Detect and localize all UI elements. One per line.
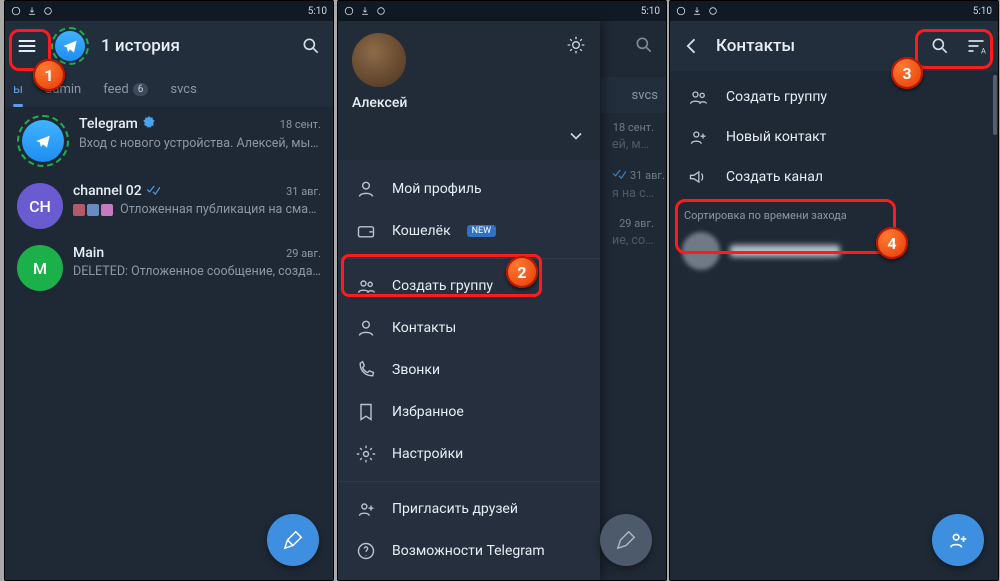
folder-tabs: ы admin feed6 svcs [5,71,333,107]
profile-avatar[interactable] [352,33,406,87]
chat-row[interactable]: Telegram 18 сент. Вход с нового устройст… [5,107,333,175]
chats-header: 1 история [5,21,333,71]
screen-chats: 5:10 1 история ы admin feed6 svcs [4,0,334,581]
status-time: 5:10 [308,6,327,17]
contacts-header: Контакты A [670,21,998,71]
story-ring[interactable] [51,27,89,65]
menu-create-group[interactable]: Создать группу [338,265,600,307]
menu-features[interactable]: Возможности Telegram [338,530,600,572]
search-icon[interactable] [632,33,656,57]
profile-name: Алексей [352,95,586,111]
menu-saved[interactable]: Избранное [338,391,600,433]
hamburger-icon[interactable] [15,34,39,58]
compose-fab[interactable] [600,514,652,566]
chat-row[interactable]: M Main 29 авг. DELETED: Отложенное сообщ… [5,237,333,299]
whatsapp-icon [11,6,21,16]
media-thumbs [73,204,113,216]
sort-icon[interactable]: A [964,34,988,58]
contact-name [730,245,840,257]
tab-admin[interactable]: admin [45,71,81,107]
menu-wallet[interactable]: Кошелёк NEW [338,210,600,252]
menu-settings[interactable]: Настройки [338,433,600,475]
action-create-channel[interactable]: Создать канал [670,157,998,197]
tab-all[interactable]: ы [13,71,23,107]
chat-avatar: M [17,245,63,291]
scrollbar[interactable] [993,75,997,135]
download-icon [27,6,37,16]
chat-row[interactable]: CH channel 02 31 авг. Отложенная публика… [5,175,333,237]
menu-calls[interactable]: Звонки [338,349,600,391]
navigation-drawer: Алексей Мой профиль Кошелёк NEW Создать … [338,21,600,580]
menu-contacts[interactable]: Контакты [338,307,600,349]
contacts-title: Контакты [716,36,795,56]
contacts-actions: Создать группу Новый контакт Создать кан… [670,71,998,203]
svg-text:A: A [981,47,986,56]
contact-avatar [682,232,720,270]
telegram-icon [55,31,85,61]
viber-icon [43,6,53,16]
tab-svcs[interactable]: svcs [170,71,196,107]
status-bar: 5:10 [5,1,333,21]
add-contact-fab[interactable] [932,514,984,566]
action-create-group[interactable]: Создать группу [670,77,998,117]
read-check-icon [146,184,160,199]
action-new-contact[interactable]: Новый контакт [670,117,998,157]
status-bar: 5:10 [670,1,998,21]
contact-row[interactable] [670,226,998,276]
chat-avatar: CH [17,183,63,229]
chevron-down-icon[interactable] [566,126,586,150]
screen-drawer: 5:10 svcs 18 сент.ей, мы обна… 31 авг.я … [337,0,667,581]
screen-contacts: 5:10 Контакты A Создать группу Новый кон… [669,0,999,581]
status-bar: 5:10 [338,1,666,21]
menu-my-profile[interactable]: Мой профиль [338,168,600,210]
header-title: 1 история [101,36,180,56]
theme-toggle-icon[interactable] [566,35,586,59]
compose-fab[interactable] [267,514,319,566]
drawer-header: Алексей [338,21,600,160]
search-icon[interactable] [299,34,323,58]
menu-invite[interactable]: Пригласить друзей [338,488,600,530]
back-icon[interactable] [680,34,704,58]
verified-icon [142,115,156,133]
sort-label: Сортировка по времени захода [670,203,998,226]
search-icon[interactable] [928,34,952,58]
tab-feed[interactable]: feed6 [103,71,148,107]
new-badge: NEW [467,225,497,237]
